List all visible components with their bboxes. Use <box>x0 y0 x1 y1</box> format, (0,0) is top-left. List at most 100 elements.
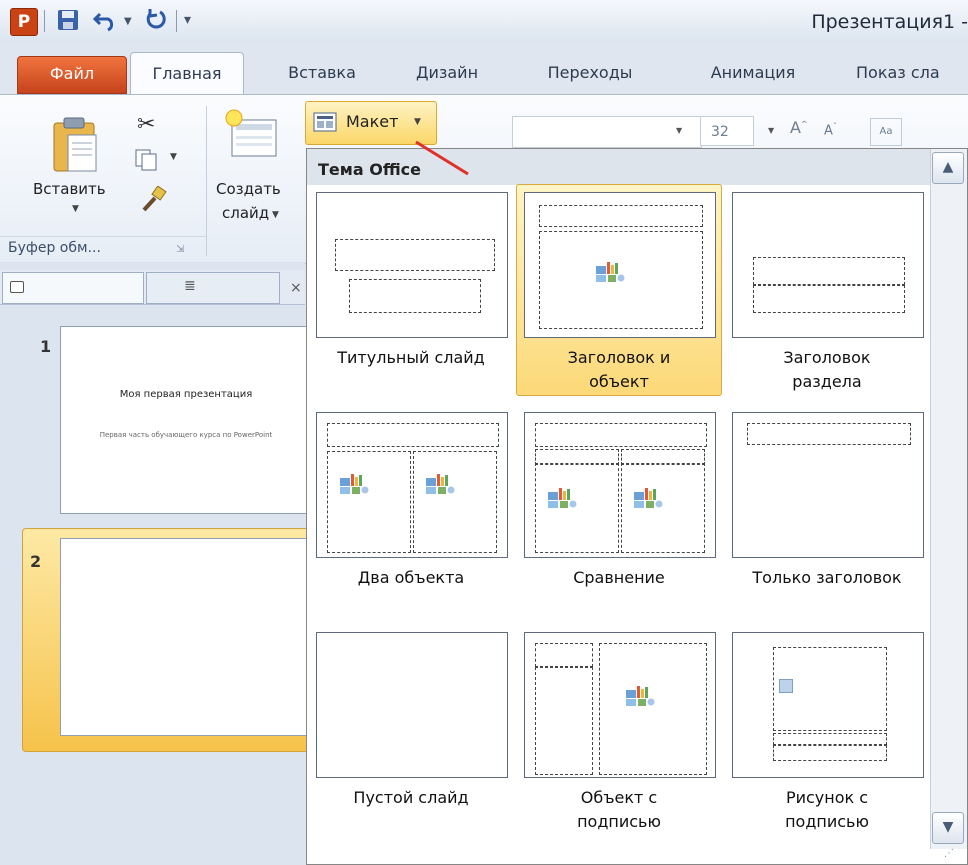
slide-number: 1 <box>40 337 52 356</box>
layout-tile[interactable]: Титульный слайд <box>308 184 514 396</box>
layout-thumbnail <box>524 192 716 338</box>
layout-thumbnail <box>316 192 508 338</box>
resize-grip-icon[interactable]: ⋰ <box>944 848 954 859</box>
scroll-down-button[interactable]: ▼ <box>932 812 964 844</box>
placeholder-box <box>747 423 911 445</box>
scroll-up-button[interactable]: ▲ <box>932 152 964 184</box>
layout-label: Титульный слайд <box>337 348 485 367</box>
new-slide-label-line2[interactable]: слайд <box>222 204 269 222</box>
layout-thumbnail <box>732 632 924 778</box>
tab-transitions[interactable]: Переходы <box>530 52 650 94</box>
layout-label-line2: объект <box>589 372 649 391</box>
layout-thumbnail <box>524 412 716 558</box>
placeholder-box <box>753 285 905 313</box>
tab-design[interactable]: Дизайн <box>402 52 492 94</box>
placeholder-box <box>327 451 411 553</box>
decrease-font-icon[interactable]: Aˇ <box>824 122 837 138</box>
layout-label: Заголовок <box>783 348 871 367</box>
placeholder-box <box>535 643 593 667</box>
new-slide-dropdown-icon[interactable]: ▼ <box>272 210 279 220</box>
picture-placeholder-icon <box>779 679 793 693</box>
layout-tile[interactable]: Сравнение <box>516 404 722 616</box>
slides-view-icon <box>10 281 24 293</box>
font-name-dropdown-icon[interactable]: ▼ <box>676 126 682 135</box>
thumb-subtitle: Первая часть обучающего курса по PowerPo… <box>99 431 273 439</box>
paste-icon[interactable] <box>50 115 100 175</box>
layout-label: Пустой слайд <box>353 788 469 807</box>
placeholder-box <box>335 239 495 271</box>
layout-icon <box>313 112 337 132</box>
document-title: Презентация1 - <box>811 11 968 33</box>
layout-tile[interactable]: Пустой слайд <box>308 624 514 836</box>
powerpoint-logo-icon[interactable]: P <box>10 8 38 36</box>
tab-home[interactable]: Главная <box>130 52 244 95</box>
layout-tile[interactable]: Заголовок раздела <box>724 184 930 396</box>
placeholder-box <box>773 745 887 761</box>
layout-tile[interactable]: Два объекта <box>308 404 514 616</box>
layout-button-label[interactable]: Макет <box>346 112 398 131</box>
outline-view-icon: ≣ <box>184 278 196 294</box>
content-placeholder-icon <box>633 487 663 509</box>
paste-dropdown-icon[interactable]: ▼ <box>72 204 79 214</box>
tab-file[interactable]: Файл <box>17 56 127 94</box>
thumb-title: Моя первая презентация <box>119 389 253 400</box>
outline-tab[interactable] <box>146 272 280 304</box>
cut-icon[interactable]: ✂ <box>137 112 155 137</box>
paste-button-label[interactable]: Вставить <box>33 180 106 198</box>
close-panel-icon[interactable]: × <box>290 280 302 296</box>
gallery-title: Тема Office <box>318 160 421 179</box>
layout-tile[interactable]: Заголовок и объект <box>516 184 722 396</box>
layout-label: Два объекта <box>357 568 465 587</box>
layout-label-line2: раздела <box>792 372 862 391</box>
clipboard-group-label: Буфер обм... <box>8 240 101 256</box>
undo-dropdown-icon[interactable]: ▼ <box>124 16 132 27</box>
dialog-launcher-icon[interactable]: ⇲ <box>176 244 184 255</box>
copy-dropdown-icon[interactable]: ▼ <box>170 152 177 162</box>
layout-label-line2: подписью <box>577 812 661 831</box>
layout-label: Сравнение <box>573 568 665 587</box>
layout-label-line2: подписью <box>785 812 869 831</box>
slide-thumbnail-1[interactable]: Моя первая презентация Первая часть обуч… <box>60 326 312 514</box>
font-name-combobox[interactable] <box>512 116 702 148</box>
content-placeholder-icon <box>625 685 655 707</box>
group-label-divider <box>0 236 206 237</box>
placeholder-box <box>413 451 497 553</box>
tab-animation[interactable]: Анимация <box>688 52 818 94</box>
copy-icon[interactable] <box>134 148 162 172</box>
new-slide-icon[interactable] <box>222 108 278 160</box>
placeholder-box <box>349 279 481 313</box>
save-icon[interactable] <box>56 8 80 39</box>
layout-dropdown-icon[interactable]: ▼ <box>414 117 421 127</box>
layout-label: Объект с <box>580 788 658 807</box>
placeholder-box <box>599 643 707 775</box>
layout-label: Заголовок и <box>567 348 671 367</box>
layout-tile[interactable]: Объект с подписью <box>516 624 722 836</box>
redo-icon[interactable] <box>144 8 168 39</box>
placeholder-box <box>773 733 887 745</box>
layout-tile[interactable]: Рисунок с подписью <box>724 624 930 836</box>
layout-thumbnail <box>732 412 924 558</box>
tab-insert[interactable]: Вставка <box>272 52 372 94</box>
font-size-combobox[interactable]: 32 <box>700 116 754 146</box>
layout-thumbnail <box>316 412 508 558</box>
format-painter-icon[interactable] <box>140 186 168 212</box>
increase-font-icon[interactable]: A^ <box>790 118 808 137</box>
content-placeholder-icon <box>339 473 369 495</box>
font-size-dropdown-icon[interactable]: ▼ <box>768 126 774 135</box>
placeholder-box <box>539 205 703 227</box>
layout-tile[interactable]: Только заголовок <box>724 404 930 616</box>
content-placeholder-icon <box>425 473 455 495</box>
layout-label: Только заголовок <box>752 568 902 587</box>
layout-thumbnail <box>732 192 924 338</box>
annotation-arrow-icon <box>415 140 469 176</box>
undo-icon[interactable] <box>92 8 118 39</box>
new-slide-label-line1[interactable]: Создать <box>216 180 281 198</box>
customize-quick-access-icon[interactable]: ▾ <box>184 12 191 28</box>
slide-thumbnail-2[interactable] <box>60 538 312 736</box>
group-separator <box>206 106 207 256</box>
clear-formatting-icon[interactable]: Aa <box>870 118 902 146</box>
placeholder-box <box>535 667 593 775</box>
layout-thumbnail <box>316 632 508 778</box>
gallery-scrollbar[interactable] <box>930 149 967 849</box>
tab-slideshow[interactable]: Показ сла <box>856 52 968 94</box>
